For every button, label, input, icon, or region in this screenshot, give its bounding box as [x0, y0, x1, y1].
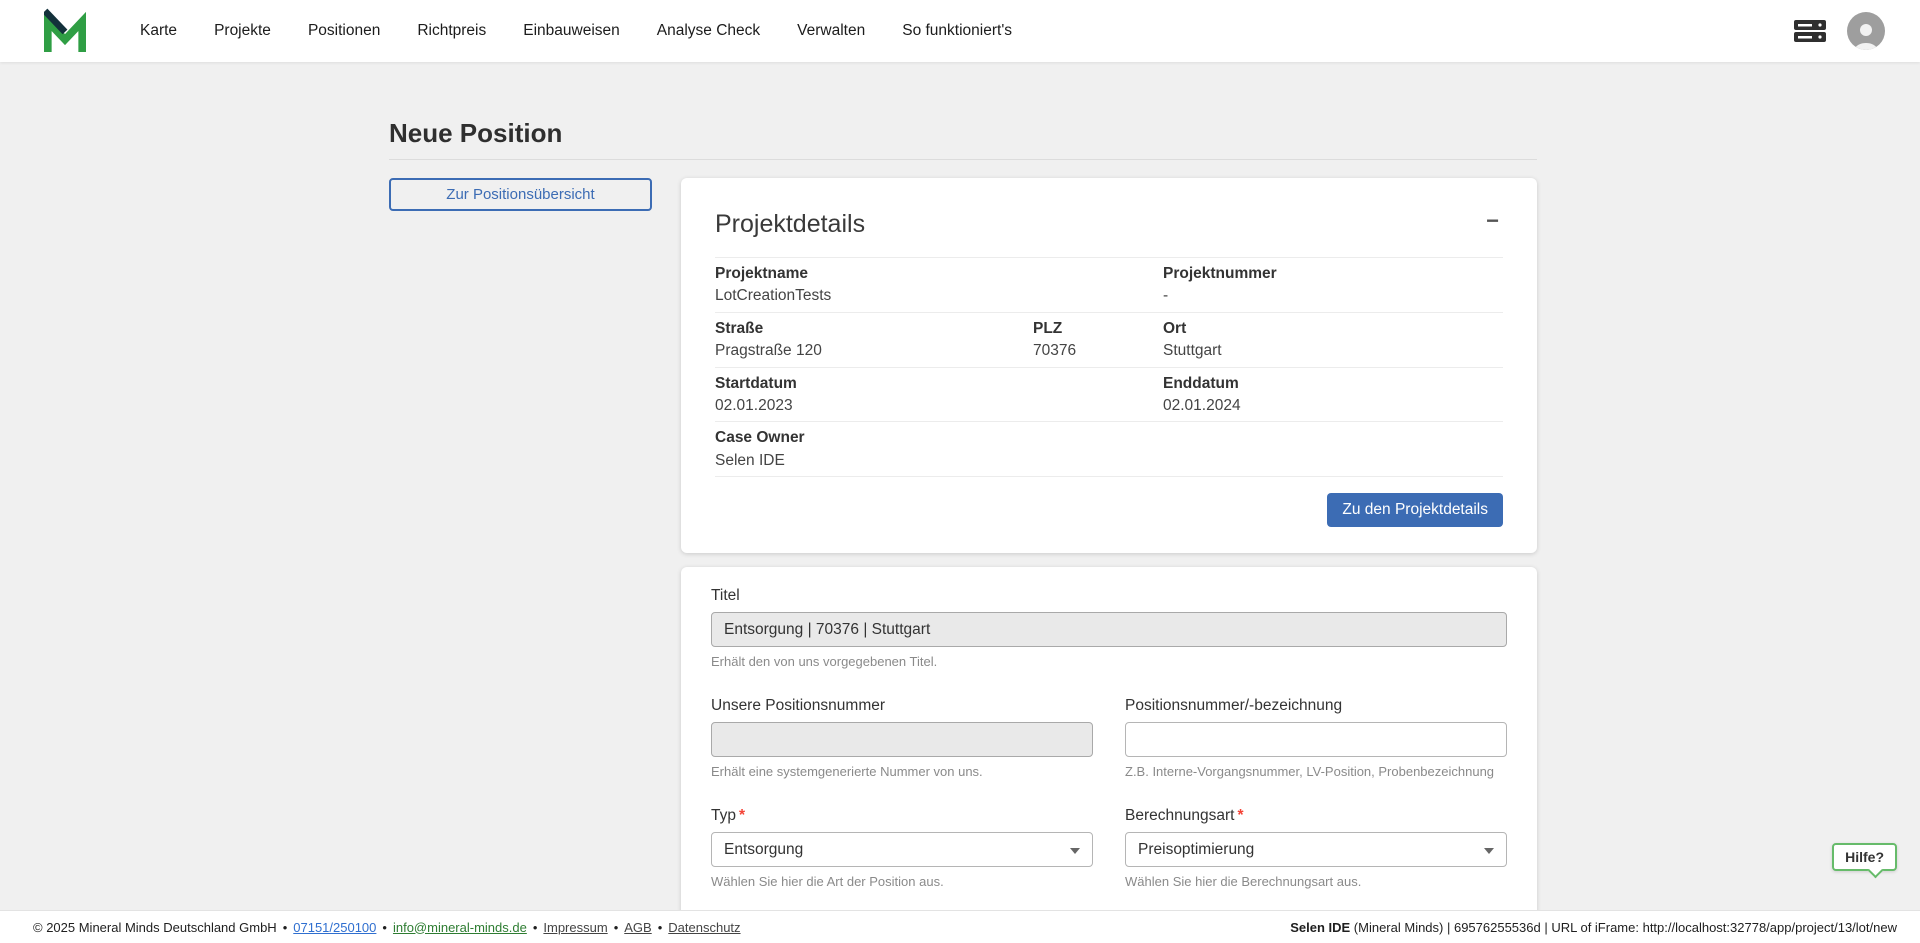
typ-field-group: Typ* Entsorgung Wählen Sie hier die Art …: [711, 807, 1093, 889]
topbar-right: [1793, 12, 1885, 50]
nav-item-positionen[interactable]: Positionen: [308, 22, 380, 40]
field-ort: Ort Stuttgart: [1163, 319, 1503, 361]
required-asterisk: *: [1237, 807, 1243, 824]
positionsnummer-label: Positionsnummer/-bezeichnung: [1125, 697, 1507, 715]
typ-label: Typ*: [711, 807, 1093, 825]
titel-label: Titel: [711, 587, 1507, 605]
berechnungsart-select[interactable]: Preisoptimierung: [1125, 832, 1507, 867]
main-content: Neue Position Zur Positionsübersicht Pro…: [0, 62, 1920, 943]
titel-helper-text: Erhält den von uns vorgegebenen Titel.: [711, 654, 1507, 669]
field-label: Case Owner: [715, 428, 1493, 447]
nav-item-einbauweisen[interactable]: Einbauweisen: [523, 22, 620, 40]
page-title: Neue Position: [389, 118, 1537, 149]
separator-dot: •: [658, 920, 663, 935]
nav-item-verwalten[interactable]: Verwalten: [797, 22, 865, 40]
separator-dot: •: [533, 920, 538, 935]
main-nav: Karte Projekte Positionen Richtpreis Ein…: [140, 22, 1012, 40]
typ-selected-value: Entsorgung: [724, 841, 803, 859]
field-value: 02.01.2023: [715, 396, 1153, 415]
table-row: Straße Pragstraße 120 PLZ 70376 Ort Stut…: [715, 313, 1503, 368]
field-value: 02.01.2024: [1163, 396, 1493, 415]
agb-link[interactable]: AGB: [624, 920, 651, 935]
table-row: Case Owner Selen IDE: [715, 422, 1503, 477]
email-link[interactable]: info@mineral-minds.de: [393, 920, 527, 935]
title-divider: [389, 159, 1537, 160]
user-avatar[interactable]: [1847, 12, 1885, 50]
field-label: Straße: [715, 319, 1023, 338]
nav-item-analyse-check[interactable]: Analyse Check: [657, 22, 760, 40]
nav-item-karte[interactable]: Karte: [140, 22, 177, 40]
go-to-project-details-button[interactable]: Zu den Projektdetails: [1327, 493, 1503, 527]
server-icon[interactable]: [1793, 18, 1827, 44]
unsere-positionsnummer-field-group: Unsere Positionsnummer Erhält eine syste…: [711, 697, 1093, 779]
project-details-title: Projektdetails: [715, 210, 865, 239]
nav-item-projekte[interactable]: Projekte: [214, 22, 271, 40]
impressum-link[interactable]: Impressum: [543, 920, 607, 935]
chevron-down-icon: [1070, 848, 1080, 854]
separator-dot: •: [614, 920, 619, 935]
nav-item-so-funktionierts[interactable]: So funktioniert's: [902, 22, 1012, 40]
unsere-positionsnummer-input: [711, 722, 1093, 757]
separator-dot: •: [382, 920, 387, 935]
project-details-table: Projektname LotCreationTests Projektnumm…: [715, 257, 1503, 477]
field-value: LotCreationTests: [715, 286, 1153, 305]
typ-select[interactable]: Entsorgung: [711, 832, 1093, 867]
project-details-card: Projektdetails − Projektname LotCreation…: [681, 178, 1537, 553]
field-label: Ort: [1163, 319, 1493, 338]
session-user: Selen IDE: [1290, 920, 1350, 935]
titel-field-group: Titel Erhält den von uns vorgegebenen Ti…: [711, 587, 1507, 669]
field-plz: PLZ 70376: [1033, 319, 1163, 361]
field-startdatum: Startdatum 02.01.2023: [715, 374, 1163, 416]
field-case-owner: Case Owner Selen IDE: [715, 428, 1503, 470]
help-button[interactable]: Hilfe?: [1832, 843, 1897, 871]
footer-left: © 2025 Mineral Minds Deutschland GmbH • …: [33, 920, 741, 935]
new-position-form-card: Titel Erhält den von uns vorgegebenen Ti…: [681, 567, 1537, 943]
session-info: Selen IDE (Mineral Minds) | 69576255536d…: [1290, 920, 1897, 935]
top-navigation-bar: Karte Projekte Positionen Richtpreis Ein…: [0, 0, 1920, 62]
positionsnummer-field-group: Positionsnummer/-bezeichnung Z.B. Intern…: [1125, 697, 1507, 779]
phone-link[interactable]: 07151/250100: [293, 920, 376, 935]
positionsnummer-helper-text: Z.B. Interne-Vorgangsnummer, LV-Position…: [1125, 764, 1507, 779]
positionsnummer-input[interactable]: [1125, 722, 1507, 757]
berechnungsart-label: Berechnungsart*: [1125, 807, 1507, 825]
collapse-icon[interactable]: −: [1482, 210, 1503, 232]
berechnungsart-selected-value: Preisoptimierung: [1138, 841, 1254, 859]
field-value: 70376: [1033, 341, 1153, 360]
typ-helper-text: Wählen Sie hier die Art der Position aus…: [711, 874, 1093, 889]
table-row: Projektname LotCreationTests Projektnumm…: [715, 258, 1503, 313]
field-value: Stuttgart: [1163, 341, 1493, 360]
help-button-label: Hilfe?: [1845, 849, 1884, 865]
field-label: PLZ: [1033, 319, 1153, 338]
field-label: Projektname: [715, 264, 1153, 283]
unsere-positionsnummer-label: Unsere Positionsnummer: [711, 697, 1093, 715]
table-row: Startdatum 02.01.2023 Enddatum 02.01.202…: [715, 368, 1503, 423]
titel-input: [711, 612, 1507, 647]
field-value: -: [1163, 286, 1493, 305]
datenschutz-link[interactable]: Datenschutz: [668, 920, 740, 935]
unsere-positionsnummer-helper-text: Erhält eine systemgenerierte Nummer von …: [711, 764, 1093, 779]
field-projektname: Projektname LotCreationTests: [715, 264, 1163, 306]
separator-dot: •: [283, 920, 288, 935]
mineral-minds-logo-icon[interactable]: [44, 7, 86, 55]
copyright-text: © 2025 Mineral Minds Deutschland GmbH: [33, 920, 277, 935]
field-value: Selen IDE: [715, 451, 1493, 470]
position-overview-button[interactable]: Zur Positionsübersicht: [389, 178, 652, 211]
footer-bar: © 2025 Mineral Minds Deutschland GmbH • …: [0, 910, 1920, 943]
field-label: Startdatum: [715, 374, 1153, 393]
berechnungsart-field-group: Berechnungsart* Preisoptimierung Wählen …: [1125, 807, 1507, 889]
field-strasse: Straße Pragstraße 120: [715, 319, 1033, 361]
required-asterisk: *: [739, 807, 745, 824]
nav-item-richtpreis[interactable]: Richtpreis: [417, 22, 486, 40]
field-value: Pragstraße 120: [715, 341, 1023, 360]
chevron-down-icon: [1484, 848, 1494, 854]
field-enddatum: Enddatum 02.01.2024: [1163, 374, 1503, 416]
berechnungsart-helper-text: Wählen Sie hier die Berechnungsart aus.: [1125, 874, 1507, 889]
field-label: Enddatum: [1163, 374, 1493, 393]
field-projektnummer: Projektnummer -: [1163, 264, 1503, 306]
session-details: (Mineral Minds) | 69576255536d | URL of …: [1350, 920, 1897, 935]
field-label: Projektnummer: [1163, 264, 1493, 283]
